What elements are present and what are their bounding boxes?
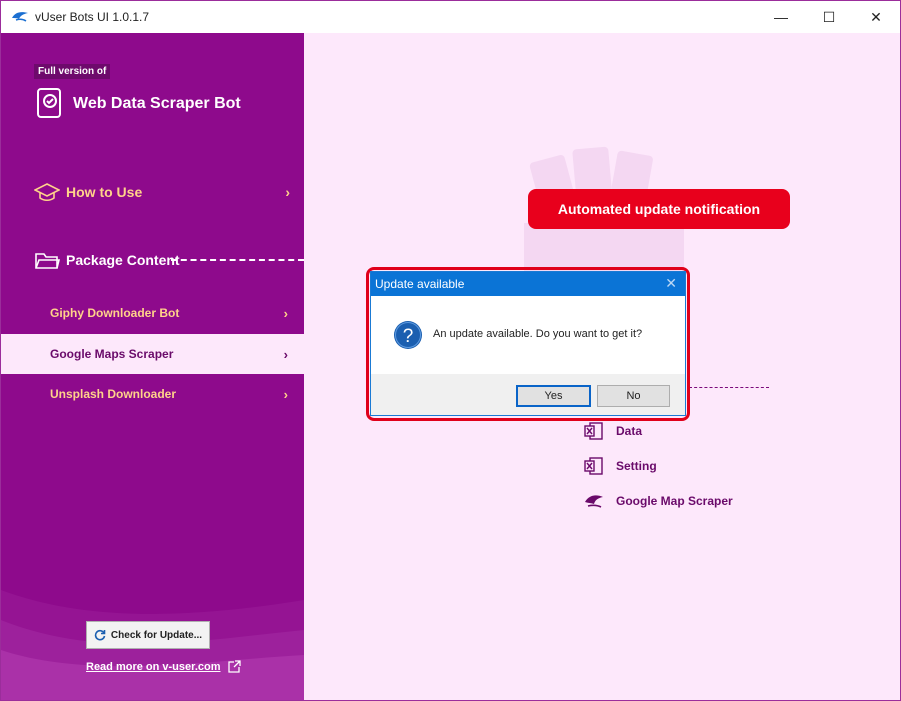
app-title: Web Data Scraper Bot	[73, 95, 241, 112]
package-content-header: Package Content	[34, 249, 180, 271]
graduation-cap-icon	[34, 183, 60, 202]
bot-icon	[585, 495, 603, 508]
no-button[interactable]: No	[597, 385, 670, 407]
chevron-right-icon: ›	[283, 386, 288, 402]
full-version-badge: Full version of	[34, 64, 111, 79]
close-button[interactable]: ✕	[853, 1, 899, 33]
chevron-right-icon: ›	[283, 346, 288, 362]
question-icon: ?	[394, 321, 422, 349]
sidebar-item-label: Giphy Downloader Bot	[50, 306, 180, 320]
sidebar-item-label: Google Maps Scraper	[50, 347, 174, 361]
chevron-right-icon: ›	[285, 184, 290, 200]
refresh-icon	[94, 629, 106, 641]
dialog-title: Update available	[375, 277, 465, 291]
dialog-footer: Yes No	[371, 374, 685, 415]
divider	[689, 387, 769, 388]
chevron-right-icon: ›	[283, 305, 288, 321]
sidebar: Full version of Web Data Scraper Bot How…	[1, 33, 304, 700]
how-to-use-nav[interactable]: How to Use ›	[34, 181, 290, 203]
excel-icon	[584, 457, 603, 475]
divider	[171, 259, 304, 261]
file-item-label: Google Map Scraper	[616, 494, 733, 508]
dialog-message: An update available. Do you want to get …	[433, 328, 643, 340]
check-for-update-label: Check for Update...	[110, 629, 203, 641]
update-notification-callout: Automated update notification	[528, 189, 790, 229]
minimize-button[interactable]: —	[758, 1, 804, 33]
yes-button[interactable]: Yes	[516, 385, 591, 407]
svg-text:?: ?	[403, 326, 414, 347]
file-item-label: Data	[616, 424, 643, 438]
dialog-body: ? An update available. Do you want to ge…	[371, 296, 685, 374]
window-title: vUser Bots UI 1.0.1.7	[35, 10, 150, 24]
app-logo-icon	[12, 12, 28, 22]
file-item-setting[interactable]: Setting	[584, 456, 657, 476]
sidebar-item-giphy-downloader[interactable]: Giphy Downloader Bot ›	[1, 293, 304, 333]
folder-icon	[35, 253, 60, 269]
maximize-button[interactable]: ☐	[806, 1, 852, 33]
read-more-label: Read more on v-user.com	[86, 660, 221, 673]
file-item-data[interactable]: Data	[584, 421, 642, 441]
app-window: vUser Bots UI 1.0.1.7 — ☐ ✕ Full version…	[0, 0, 901, 701]
title-bar: vUser Bots UI 1.0.1.7 — ☐ ✕	[1, 1, 900, 33]
how-to-use-label: How to Use	[66, 184, 143, 200]
update-dialog: Update available ✕ ? An update available…	[370, 271, 686, 416]
sidebar-item-google-maps-scraper[interactable]: Google Maps Scraper ›	[1, 334, 304, 374]
external-link-icon	[227, 660, 241, 673]
sidebar-item-unsplash-downloader[interactable]: Unsplash Downloader ›	[1, 374, 304, 414]
check-for-update-button[interactable]: Check for Update...	[86, 621, 210, 649]
dialog-close-button[interactable]: ✕	[665, 275, 677, 292]
dialog-title-bar: Update available ✕	[371, 272, 685, 296]
bot-logo-icon	[37, 88, 61, 118]
excel-icon	[584, 422, 603, 440]
read-more-link[interactable]: Read more on v-user.com	[86, 660, 241, 673]
sidebar-item-label: Unsplash Downloader	[50, 387, 177, 401]
file-item-google-map-scraper[interactable]: Google Map Scraper	[584, 491, 733, 511]
package-content-label: Package Content	[66, 252, 180, 268]
file-item-label: Setting	[616, 459, 657, 473]
